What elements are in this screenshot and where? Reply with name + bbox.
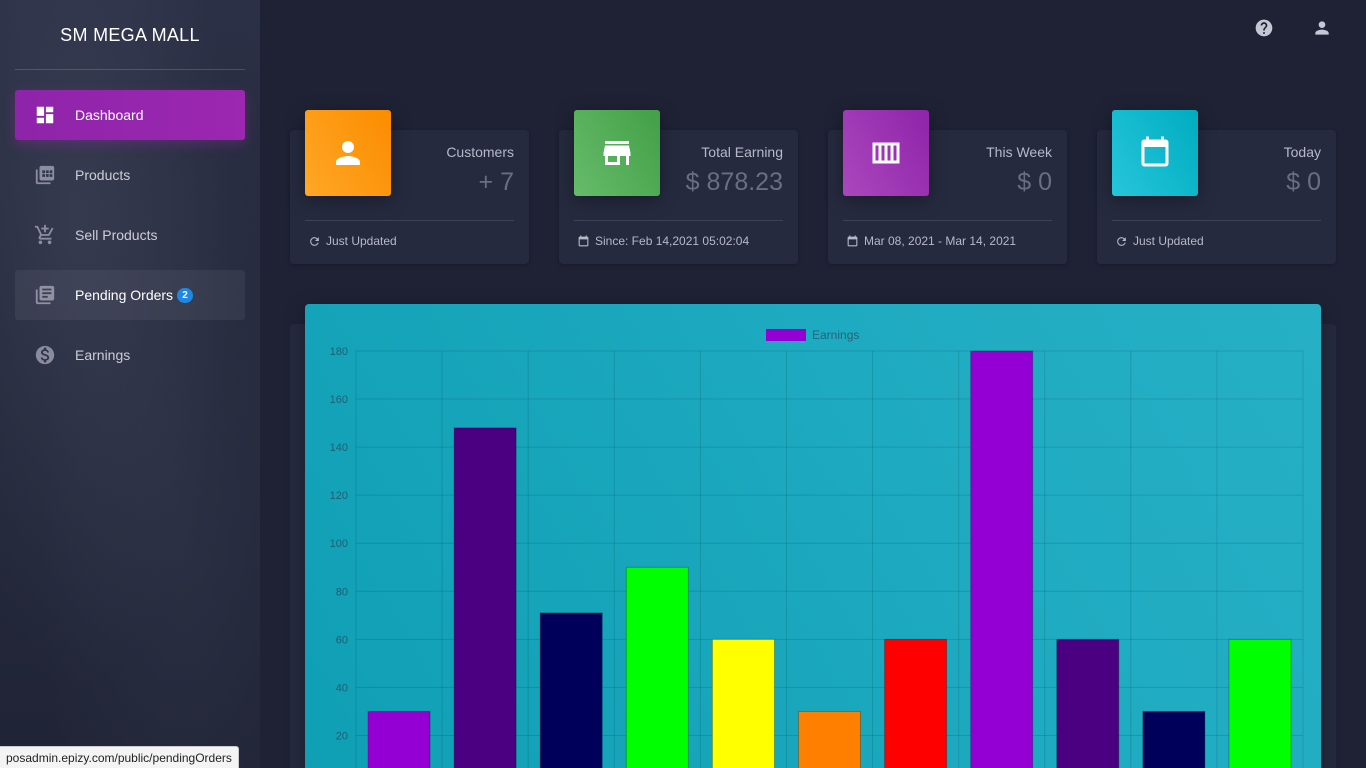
card-footer-text: Mar 08, 2021 - Mar 14, 2021	[864, 234, 1017, 248]
chart-bar	[1142, 710, 1206, 768]
chart-bar	[884, 638, 948, 768]
y-tick-label: 20	[336, 730, 348, 742]
orders-icon	[33, 283, 57, 307]
chart-bar	[1056, 638, 1120, 768]
sidebar-item-label: Dashboard	[75, 107, 144, 123]
y-tick-label: 40	[336, 682, 348, 694]
chart-bar	[970, 350, 1034, 768]
browser-status-url: posadmin.epizy.com/public/pendingOrders	[0, 746, 239, 768]
earnings-chart: 20 40 60 80 100 120 140 160 180 Earnings	[305, 304, 1321, 768]
person-icon	[305, 110, 391, 196]
sidebar-item-dashboard[interactable]: Dashboard	[15, 90, 245, 140]
help-icon[interactable]	[1254, 18, 1274, 43]
chart-bar	[1228, 638, 1292, 768]
card-footer-text: Just Updated	[1133, 234, 1204, 248]
chart-bar	[798, 710, 861, 768]
card-value: $ 0	[1286, 168, 1321, 196]
products-icon	[33, 163, 57, 187]
card-total-earning: Total Earning $ 878.23 Since: Feb 14,202…	[559, 110, 798, 264]
card-title: This Week	[986, 144, 1052, 160]
legend-label: Earnings	[812, 328, 859, 342]
card-divider	[843, 220, 1052, 221]
y-tick-label: 100	[330, 538, 348, 550]
chart-bar	[625, 566, 689, 768]
y-tick-label: 160	[330, 394, 348, 406]
card-footer: Mar 08, 2021 - Mar 14, 2021	[846, 234, 1016, 248]
week-icon	[843, 110, 929, 196]
pending-orders-badge: 2	[177, 287, 194, 303]
card-value: $ 878.23	[685, 168, 783, 196]
cart-add-icon	[33, 223, 57, 247]
y-tick-label: 80	[336, 586, 348, 598]
calendar-icon	[847, 235, 858, 246]
card-customers: Customers + 7 Just Updated	[290, 110, 529, 264]
card-footer-text: Just Updated	[326, 234, 397, 248]
card-footer: Just Updated	[1115, 234, 1204, 248]
y-tick-label: 140	[330, 442, 348, 454]
refresh-icon	[310, 236, 319, 246]
legend-swatch	[766, 329, 806, 341]
y-tick-label: 120	[330, 490, 348, 502]
card-value: + 7	[478, 168, 514, 196]
calendar-icon	[1112, 110, 1198, 196]
card-footer: Just Updated	[308, 234, 397, 248]
card-title: Total Earning	[701, 144, 783, 160]
card-title: Customers	[446, 144, 514, 160]
card-this-week: This Week $ 0 Mar 08, 2021 - Mar 14, 202…	[828, 110, 1067, 264]
dollar-icon	[33, 343, 57, 367]
earnings-chart-svg: 20 40 60 80 100 120 140 160 180 Earnings	[330, 328, 1304, 768]
card-divider	[305, 220, 514, 221]
dashboard-icon	[33, 103, 57, 127]
refresh-icon	[1117, 236, 1126, 246]
card-divider	[574, 220, 783, 221]
sidebar-nav: Dashboard Products Sell Products Pending…	[0, 90, 260, 380]
chart-bar	[367, 710, 431, 768]
sidebar-item-earnings[interactable]: Earnings	[15, 330, 245, 380]
card-footer-text: Since: Feb 14,2021 05:02:04	[595, 234, 750, 248]
brand-title[interactable]: SM MEGA MALL	[0, 0, 260, 70]
sidebar-item-pending-orders[interactable]: Pending Orders 2	[15, 270, 245, 320]
card-footer: Since: Feb 14,2021 05:02:04	[577, 234, 749, 248]
sidebar: SM MEGA MALL Dashboard Products Sell Pro…	[0, 0, 260, 768]
chart-bar	[711, 638, 775, 768]
calendar-icon	[578, 235, 589, 246]
y-tick-label: 180	[330, 346, 348, 358]
chart-bar	[453, 427, 517, 768]
sidebar-item-products[interactable]: Products	[15, 150, 245, 200]
sidebar-item-label: Products	[75, 167, 131, 183]
card-value: $ 0	[1017, 168, 1052, 196]
store-icon	[574, 110, 660, 196]
card-divider	[1112, 220, 1321, 221]
top-navbar	[1254, 18, 1332, 43]
sidebar-item-label: Pending Orders	[75, 287, 174, 303]
user-icon[interactable]	[1312, 18, 1332, 43]
chart-bar	[539, 612, 603, 768]
card-title: Today	[1283, 144, 1321, 160]
card-today: Today $ 0 Just Updated	[1097, 110, 1336, 264]
sidebar-item-sell-products[interactable]: Sell Products	[15, 210, 245, 260]
sidebar-item-label: Sell Products	[75, 227, 158, 243]
sidebar-item-label: Earnings	[75, 347, 131, 363]
y-tick-label: 60	[336, 634, 348, 646]
